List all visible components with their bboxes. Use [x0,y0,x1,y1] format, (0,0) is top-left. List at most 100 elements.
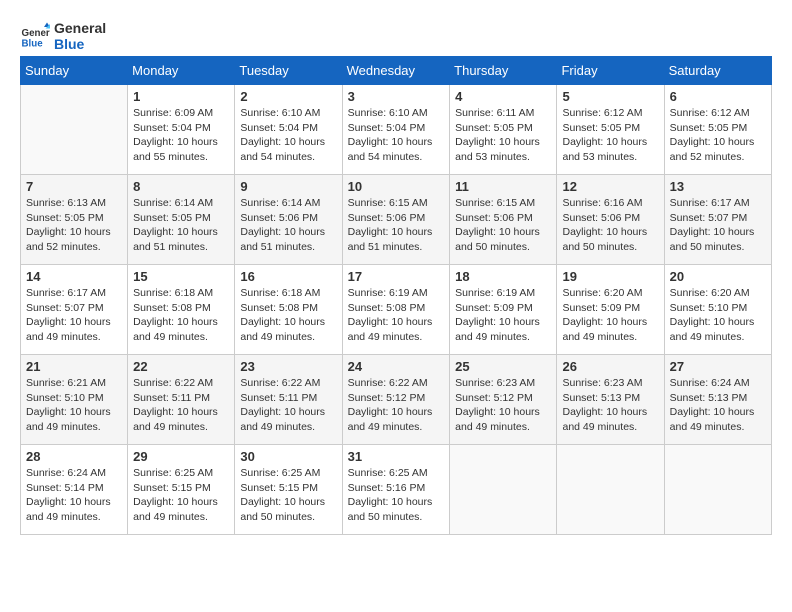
day-info: Sunrise: 6:20 AMSunset: 5:10 PMDaylight:… [670,286,766,345]
day-info: Sunrise: 6:10 AMSunset: 5:04 PMDaylight:… [348,106,445,165]
day-info: Sunrise: 6:17 AMSunset: 5:07 PMDaylight:… [26,286,122,345]
header-sunday: Sunday [21,57,128,85]
day-number: 10 [348,179,445,194]
calendar-cell: 24Sunrise: 6:22 AMSunset: 5:12 PMDayligh… [342,355,450,445]
day-number: 13 [670,179,766,194]
calendar-cell [664,445,771,535]
day-number: 15 [133,269,229,284]
day-info: Sunrise: 6:10 AMSunset: 5:04 PMDaylight:… [240,106,336,165]
day-info: Sunrise: 6:24 AMSunset: 5:13 PMDaylight:… [670,376,766,435]
day-info: Sunrise: 6:18 AMSunset: 5:08 PMDaylight:… [240,286,336,345]
calendar-cell: 9 Sunrise: 6:14 AMSunset: 5:06 PMDaylight… [235,175,342,265]
calendar-cell: 7 Sunrise: 6:13 AMSunset: 5:05 PMDaylight… [21,175,128,265]
day-info: Sunrise: 6:21 AMSunset: 5:10 PMDaylight:… [26,376,122,435]
logo-icon: General Blue [20,21,50,51]
day-number: 1 [133,89,229,104]
calendar-cell: 27Sunrise: 6:24 AMSunset: 5:13 PMDayligh… [664,355,771,445]
day-info: Sunrise: 6:12 AMSunset: 5:05 PMDaylight:… [670,106,766,165]
day-number: 22 [133,359,229,374]
day-info: Sunrise: 6:19 AMSunset: 5:09 PMDaylight:… [455,286,551,345]
day-number: 28 [26,449,122,464]
day-info: Sunrise: 6:22 AMSunset: 5:11 PMDaylight:… [240,376,336,435]
header-saturday: Saturday [664,57,771,85]
day-number: 16 [240,269,336,284]
day-number: 31 [348,449,445,464]
calendar-cell: 14 Sunrise: 6:17 AMSunset: 5:07 PMDayligh… [21,265,128,355]
day-number: 29 [133,449,229,464]
day-number: 19 [562,269,658,284]
calendar-cell: 21 Sunrise: 6:21 AMSunset: 5:10 PMDayligh… [21,355,128,445]
day-number: 8 [133,179,229,194]
day-number: 26 [562,359,658,374]
calendar-cell: 26 Sunrise: 6:23 AMSunset: 5:13 PMDayligh… [557,355,664,445]
calendar-cell: 30 Sunrise: 6:25 AMSunset: 5:15 PMDayligh… [235,445,342,535]
calendar-cell: 10Sunrise: 6:15 AMSunset: 5:06 PMDayligh… [342,175,450,265]
day-info: Sunrise: 6:14 AMSunset: 5:05 PMDaylight:… [133,196,229,255]
day-info: Sunrise: 6:20 AMSunset: 5:09 PMDaylight:… [562,286,658,345]
calendar-cell: 2 Sunrise: 6:10 AMSunset: 5:04 PMDaylight… [235,85,342,175]
calendar-cell: 22Sunrise: 6:22 AMSunset: 5:11 PMDayligh… [128,355,235,445]
calendar-cell [557,445,664,535]
day-info: Sunrise: 6:25 AMSunset: 5:16 PMDaylight:… [348,466,445,525]
calendar-cell [450,445,557,535]
day-info: Sunrise: 6:25 AMSunset: 5:15 PMDaylight:… [240,466,336,525]
day-info: Sunrise: 6:23 AMSunset: 5:12 PMDaylight:… [455,376,551,435]
day-number: 24 [348,359,445,374]
calendar-table: SundayMondayTuesdayWednesdayThursdayFrid… [20,56,772,535]
header-wednesday: Wednesday [342,57,450,85]
day-number: 6 [670,89,766,104]
day-info: Sunrise: 6:19 AMSunset: 5:08 PMDaylight:… [348,286,445,345]
calendar-week-row: 7 Sunrise: 6:13 AMSunset: 5:05 PMDaylight… [21,175,772,265]
day-number: 11 [455,179,551,194]
day-number: 2 [240,89,336,104]
day-info: Sunrise: 6:16 AMSunset: 5:06 PMDaylight:… [562,196,658,255]
calendar-cell: 11 Sunrise: 6:15 AMSunset: 5:06 PMDayligh… [450,175,557,265]
calendar-week-row: 14 Sunrise: 6:17 AMSunset: 5:07 PMDayligh… [21,265,772,355]
day-info: Sunrise: 6:15 AMSunset: 5:06 PMDaylight:… [455,196,551,255]
calendar-cell: 1Sunrise: 6:09 AMSunset: 5:04 PMDaylight… [128,85,235,175]
calendar-cell: 6 Sunrise: 6:12 AMSunset: 5:05 PMDaylight… [664,85,771,175]
day-info: Sunrise: 6:13 AMSunset: 5:05 PMDaylight:… [26,196,122,255]
calendar-cell: 25 Sunrise: 6:23 AMSunset: 5:12 PMDayligh… [450,355,557,445]
calendar-cell: 8 Sunrise: 6:14 AMSunset: 5:05 PMDaylight… [128,175,235,265]
day-number: 23 [240,359,336,374]
day-info: Sunrise: 6:23 AMSunset: 5:13 PMDaylight:… [562,376,658,435]
day-info: Sunrise: 6:25 AMSunset: 5:15 PMDaylight:… [133,466,229,525]
calendar-cell: 18 Sunrise: 6:19 AMSunset: 5:09 PMDayligh… [450,265,557,355]
day-info: Sunrise: 6:14 AMSunset: 5:06 PMDaylight:… [240,196,336,255]
day-number: 21 [26,359,122,374]
calendar-cell: 28 Sunrise: 6:24 AMSunset: 5:14 PMDayligh… [21,445,128,535]
header-monday: Monday [128,57,235,85]
calendar-cell: 4 Sunrise: 6:11 AMSunset: 5:05 PMDaylight… [450,85,557,175]
day-number: 25 [455,359,551,374]
day-number: 14 [26,269,122,284]
calendar-week-row: 28 Sunrise: 6:24 AMSunset: 5:14 PMDayligh… [21,445,772,535]
day-number: 3 [348,89,445,104]
day-number: 9 [240,179,336,194]
calendar-cell [21,85,128,175]
day-info: Sunrise: 6:24 AMSunset: 5:14 PMDaylight:… [26,466,122,525]
day-number: 4 [455,89,551,104]
day-number: 18 [455,269,551,284]
calendar-cell: 23 Sunrise: 6:22 AMSunset: 5:11 PMDayligh… [235,355,342,445]
day-info: Sunrise: 6:17 AMSunset: 5:07 PMDaylight:… [670,196,766,255]
page-header: General Blue General Blue [20,20,772,52]
calendar-cell: 19 Sunrise: 6:20 AMSunset: 5:09 PMDayligh… [557,265,664,355]
day-number: 20 [670,269,766,284]
day-info: Sunrise: 6:11 AMSunset: 5:05 PMDaylight:… [455,106,551,165]
calendar-week-row: 21 Sunrise: 6:21 AMSunset: 5:10 PMDayligh… [21,355,772,445]
day-number: 7 [26,179,122,194]
day-number: 30 [240,449,336,464]
svg-text:Blue: Blue [22,39,44,50]
day-number: 17 [348,269,445,284]
logo: General Blue General Blue [20,20,106,52]
header-thursday: Thursday [450,57,557,85]
calendar-cell: 13 Sunrise: 6:17 AMSunset: 5:07 PMDayligh… [664,175,771,265]
logo-general: General [54,20,106,36]
day-number: 5 [562,89,658,104]
calendar-cell: 16 Sunrise: 6:18 AMSunset: 5:08 PMDayligh… [235,265,342,355]
calendar-cell: 20 Sunrise: 6:20 AMSunset: 5:10 PMDayligh… [664,265,771,355]
header-tuesday: Tuesday [235,57,342,85]
day-info: Sunrise: 6:12 AMSunset: 5:05 PMDaylight:… [562,106,658,165]
day-info: Sunrise: 6:18 AMSunset: 5:08 PMDaylight:… [133,286,229,345]
